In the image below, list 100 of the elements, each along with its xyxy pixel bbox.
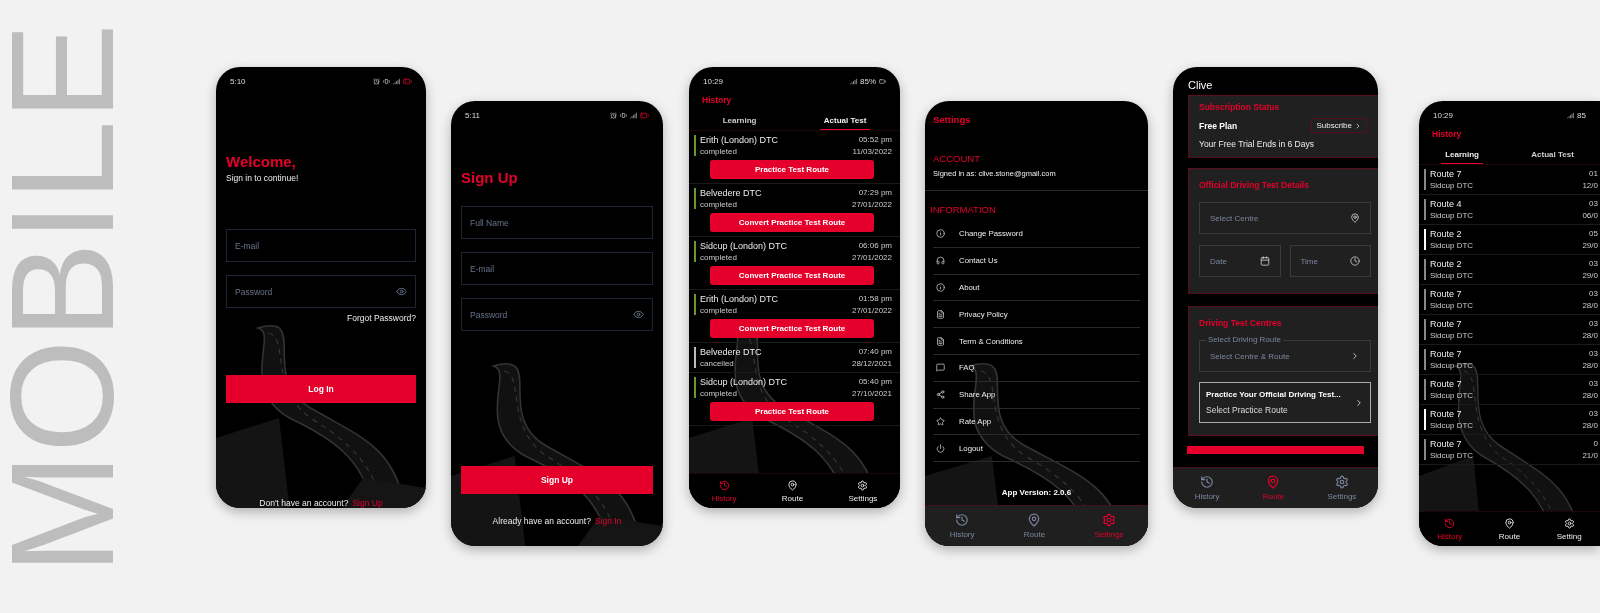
entry-time: 01:58 pm xyxy=(858,294,892,303)
input-field[interactable]: E-mail xyxy=(461,252,653,285)
history-icon xyxy=(718,479,730,491)
nav-tab[interactable]: Route xyxy=(1494,515,1525,543)
chevron-icon xyxy=(1354,121,1362,130)
screen-title: Sign Up xyxy=(461,169,519,186)
screen-title: Welcome, xyxy=(226,153,297,170)
clock-icon xyxy=(1350,256,1360,266)
settings-icon xyxy=(1334,475,1349,489)
action-button[interactable]: Practice Test Route xyxy=(710,160,874,179)
nav-tab[interactable]: Route xyxy=(1258,473,1289,503)
info-icon xyxy=(936,229,945,239)
input-field[interactable]: Password xyxy=(226,275,416,308)
star-icon xyxy=(936,416,945,426)
share-icon xyxy=(936,390,945,400)
entry-date: 28/0 xyxy=(1582,421,1598,430)
nav-tab[interactable]: Settings xyxy=(844,477,882,505)
entry-date: 28/0 xyxy=(1582,301,1598,310)
input-field[interactable]: E-mail xyxy=(226,229,416,262)
alarm-icon xyxy=(610,111,617,119)
settings-icon xyxy=(1101,513,1116,527)
nav-tab[interactable]: Settings xyxy=(1323,473,1361,503)
document-icon xyxy=(936,309,945,319)
tab[interactable]: Learning xyxy=(1441,145,1483,164)
app-version: App Version: 2.0.6 xyxy=(1000,488,1073,499)
forgot-password-link[interactable]: Forgot Password? xyxy=(347,313,416,323)
entry-status: completed xyxy=(700,200,738,209)
action-button[interactable]: Convert Practice Test Route xyxy=(710,266,874,285)
footer-link[interactable]: Sign In xyxy=(594,516,622,526)
action-button[interactable]: Practice Test Route xyxy=(710,402,874,421)
submit-button[interactable]: Log In xyxy=(226,375,416,403)
entry-status: cancelled xyxy=(700,359,735,368)
eye-icon[interactable] xyxy=(396,286,407,297)
entry-date: 06/0 xyxy=(1582,211,1598,220)
card-heading: Driving Test Centres xyxy=(1199,317,1283,330)
action-button[interactable]: Convert Practice Test Route xyxy=(710,319,874,338)
status-time: 5:10 xyxy=(230,76,246,86)
entry-name: Route 2 xyxy=(1430,259,1463,269)
document-icon xyxy=(936,336,945,346)
battery-icon xyxy=(403,76,412,86)
entry-name: Sidcup (London) DTC xyxy=(700,377,789,387)
nav-tab[interactable]: Settings xyxy=(1090,511,1128,541)
battery-icon xyxy=(879,77,886,85)
entry-date: 11/03/2022 xyxy=(852,147,892,156)
nav-tab[interactable]: History xyxy=(945,511,979,541)
date-field[interactable]: Date xyxy=(1199,245,1281,277)
nav-tab[interactable]: History xyxy=(1433,515,1467,543)
entry-date: 27/10/2021 xyxy=(851,389,892,398)
entry-status: completed xyxy=(700,147,738,156)
nav-tab[interactable]: Route xyxy=(777,477,808,505)
entry-name: Belvedere DTC xyxy=(700,188,763,198)
entry-time: 05:52 pm xyxy=(858,135,892,144)
nav-tab[interactable]: History xyxy=(1190,473,1224,503)
entry-status: Sidcup DTC xyxy=(1430,391,1475,400)
nav-tab[interactable]: Setting xyxy=(1552,515,1586,543)
history-icon xyxy=(955,513,970,527)
entry-status: Sidcup DTC xyxy=(1430,361,1475,370)
battery-level: 85 xyxy=(1577,110,1586,120)
entry-name: Route 7 xyxy=(1430,289,1463,299)
eye-icon[interactable] xyxy=(633,309,644,320)
entry-time: 03 xyxy=(1589,349,1598,358)
user-name: Clive xyxy=(1187,78,1214,93)
entry-name: Sidcup (London) DTC xyxy=(700,241,789,251)
map-pin-icon xyxy=(1503,517,1515,529)
input-field[interactable]: Full Name xyxy=(461,206,653,239)
headset-icon xyxy=(936,256,945,266)
signal-icon xyxy=(1567,111,1575,119)
entry-time: 03 xyxy=(1589,319,1598,328)
signal-icon xyxy=(630,111,637,119)
screen-subtitle: Sign in to continue! xyxy=(226,173,300,183)
practice-route-button[interactable]: Practice Your Official Driving Test... Select Practice Route xyxy=(1199,382,1371,423)
entry-date: 27/01/2022 xyxy=(851,253,892,262)
card-heading: Subscription Status xyxy=(1199,102,1281,112)
tab[interactable]: Learning xyxy=(718,111,761,130)
entry-time: 05:40 pm xyxy=(858,377,892,386)
entry-status: Sidcup DTC xyxy=(1430,241,1475,250)
nav-tab[interactable]: Route xyxy=(1019,511,1050,541)
entry-name: Route 2 xyxy=(1430,229,1463,239)
map-pin-icon xyxy=(1350,213,1360,223)
entry-name: Route 7 xyxy=(1430,349,1463,359)
chevron-icon xyxy=(1354,397,1364,408)
submit-button[interactable]: Sign Up xyxy=(461,466,653,494)
input-field[interactable]: Password xyxy=(461,298,653,331)
time-field[interactable]: Time xyxy=(1289,245,1371,277)
entry-date: 28/0 xyxy=(1582,331,1598,340)
centre-field[interactable]: Select Centre xyxy=(1199,202,1371,234)
status-time: 5:11 xyxy=(465,110,480,120)
tab[interactable]: Actual Test xyxy=(1527,145,1578,164)
footer-link[interactable]: Sign Up xyxy=(352,498,383,508)
nav-tab[interactable]: History xyxy=(707,477,741,505)
action-button[interactable]: Convert Practice Test Route xyxy=(710,213,874,232)
subscribe-button[interactable]: Subscribe xyxy=(1311,118,1367,133)
entry-status: Sidcup DTC xyxy=(1430,421,1475,430)
power-icon xyxy=(936,443,945,453)
entry-status: Sidcup DTC xyxy=(1430,331,1475,340)
signal-icon xyxy=(850,77,857,85)
entry-date: 28/12/2021 xyxy=(851,359,892,368)
footer-prompt: Don't have an account? xyxy=(259,498,349,508)
tab[interactable]: Actual Test xyxy=(819,111,871,130)
entry-time: 0 xyxy=(1593,439,1598,448)
